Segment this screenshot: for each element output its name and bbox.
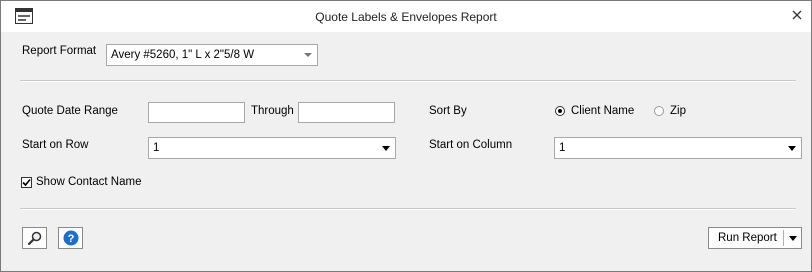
date-from-input[interactable] bbox=[148, 102, 245, 123]
preview-button[interactable] bbox=[22, 227, 47, 249]
sort-client-name-radio[interactable]: Client Name bbox=[555, 104, 645, 120]
run-report-dropdown-button[interactable] bbox=[784, 228, 801, 248]
through-label: Through bbox=[251, 105, 294, 117]
date-to-input[interactable] bbox=[298, 102, 395, 123]
sort-zip-radio[interactable]: Zip bbox=[654, 104, 694, 120]
report-format-label: Report Format bbox=[22, 45, 97, 57]
sort-zip-label: Zip bbox=[670, 105, 686, 117]
quote-date-range-label: Quote Date Range bbox=[22, 105, 118, 117]
report-format-select[interactable]: Avery #5260, 1" L x 2"5/8 W bbox=[106, 44, 318, 66]
show-contact-name-checkbox[interactable]: Show Contact Name bbox=[21, 175, 151, 191]
chevron-down-icon bbox=[789, 236, 797, 241]
checkbox-box bbox=[21, 177, 32, 188]
start-row-value: 1 bbox=[153, 142, 160, 154]
sort-client-name-label: Client Name bbox=[571, 105, 635, 117]
svg-text:?: ? bbox=[67, 233, 74, 245]
close-icon bbox=[792, 10, 802, 20]
start-column-select[interactable]: 1 bbox=[554, 137, 802, 159]
sort-by-label: Sort By bbox=[429, 105, 467, 117]
checkmark-icon bbox=[22, 178, 31, 187]
magnifier-icon bbox=[27, 231, 41, 246]
close-button[interactable] bbox=[783, 1, 811, 29]
section-divider-top bbox=[20, 80, 796, 82]
chevron-down-icon bbox=[382, 146, 390, 151]
dialog-body: Report Format Avery #5260, 1" L x 2"5/8 … bbox=[1, 32, 811, 271]
run-report-button[interactable]: Run Report bbox=[708, 227, 802, 249]
start-row-select[interactable]: 1 bbox=[148, 137, 396, 159]
help-button[interactable]: ? bbox=[58, 227, 83, 249]
chevron-down-icon bbox=[304, 53, 312, 57]
section-divider-bottom bbox=[20, 208, 796, 210]
chevron-down-icon bbox=[788, 146, 796, 151]
start-on-row-label: Start on Row bbox=[22, 139, 89, 151]
report-format-value: Avery #5260, 1" L x 2"5/8 W bbox=[111, 49, 255, 61]
run-report-label: Run Report bbox=[718, 232, 777, 244]
report-dialog: Quote Labels & Envelopes Report Report F… bbox=[0, 0, 812, 272]
window-title: Quote Labels & Envelopes Report bbox=[315, 10, 497, 24]
help-icon: ? bbox=[63, 230, 78, 246]
title-bar: Quote Labels & Envelopes Report bbox=[1, 1, 811, 32]
start-on-column-label: Start on Column bbox=[429, 139, 513, 151]
radio-selected-indicator bbox=[555, 106, 565, 116]
start-column-value: 1 bbox=[559, 142, 566, 154]
radio-unselected-indicator bbox=[654, 106, 664, 116]
show-contact-name-label: Show Contact Name bbox=[36, 176, 142, 188]
